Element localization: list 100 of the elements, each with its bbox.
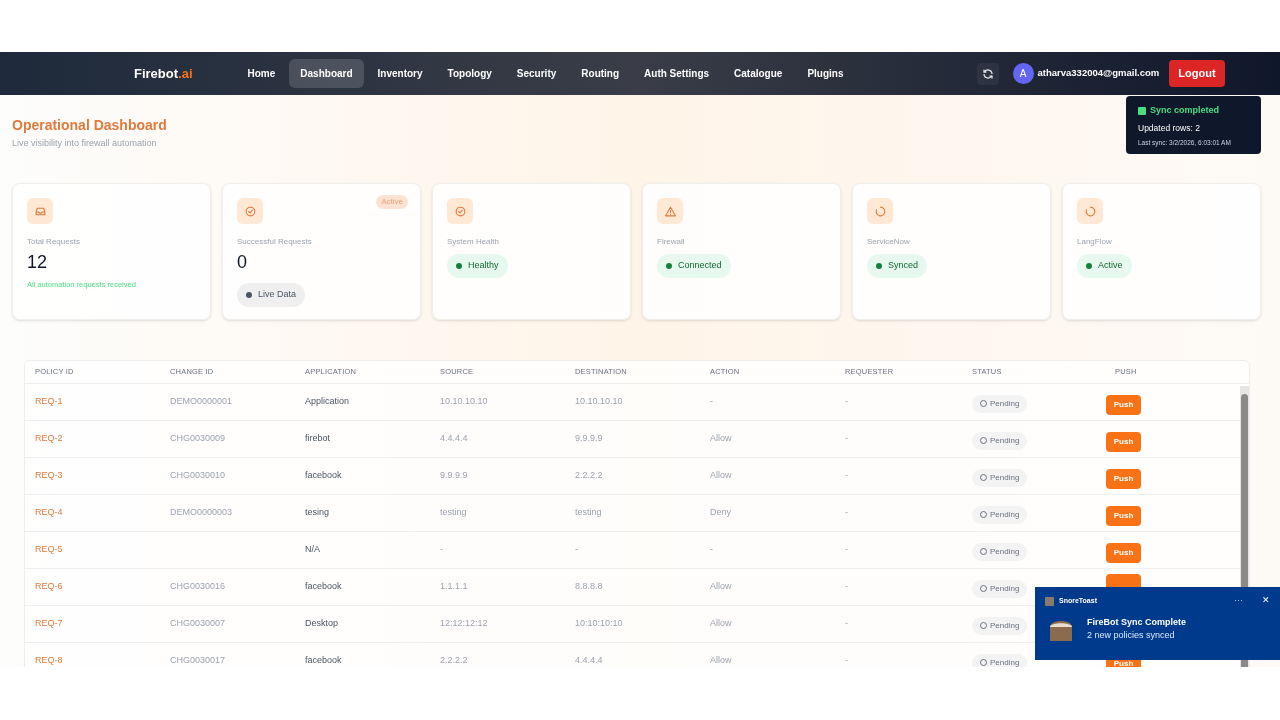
table-cell-text: facebook — [305, 654, 343, 667]
table-cell-text: CHG0030009 — [170, 432, 227, 445]
table-cell-text: 8.8.8.8 — [575, 580, 604, 593]
push-button[interactable]: Push — [1106, 468, 1141, 489]
table-cell-text: Deny — [710, 506, 732, 519]
status-chip: Pending — [972, 468, 1028, 487]
policy-link[interactable]: REQ-5 — [35, 543, 170, 557]
policy-link[interactable]: REQ-7 — [35, 617, 170, 631]
table-cell-text: - — [575, 543, 579, 556]
card-label: Firewall — [657, 236, 686, 248]
table-cell-text: 9.9.9.9 — [575, 432, 604, 445]
push-button[interactable]: Push — [1106, 394, 1141, 415]
nav-tab[interactable]: Routing — [570, 59, 631, 88]
user-avatar: A — [1012, 63, 1034, 84]
table-cell-text: 4.4.4.4 — [575, 654, 604, 667]
table-cell-text: CHG0030017 — [170, 654, 227, 667]
page-title: Operational Dashboard — [12, 116, 167, 135]
check-circle-icon — [243, 204, 257, 218]
table-cell-text: - — [440, 543, 444, 556]
refresh-icon — [981, 67, 994, 80]
more-button[interactable]: ··· — [1234, 594, 1243, 608]
status-chip: Pending — [972, 579, 1028, 598]
policy-link[interactable]: REQ-6 — [35, 580, 170, 594]
table-cell-text: 2.2.2.2 — [575, 469, 604, 482]
close-button[interactable]: ✕ — [1262, 594, 1270, 608]
pill-label: Healthy — [468, 259, 499, 272]
app-icon — [1045, 596, 1054, 606]
card-label: System Health — [447, 236, 501, 248]
pill-label: Active — [1098, 259, 1123, 272]
table-cell-text: N/A — [305, 543, 321, 556]
table-cell-text: DEMO0000003 — [170, 506, 234, 519]
push-button[interactable]: Push — [1106, 542, 1141, 563]
table-cell-text: Allow — [710, 469, 733, 482]
card-label: ServiceNow — [867, 236, 911, 248]
nav-tab[interactable]: Security — [505, 59, 568, 88]
pill-label: Live Data — [258, 288, 297, 301]
table-cell-text: 10.10.10.10 — [440, 395, 489, 408]
status-chip: Pending — [972, 653, 1028, 667]
table-cell-text: - — [845, 654, 849, 667]
pill-label: Connected — [678, 259, 722, 272]
table-cell-text: testing — [440, 506, 468, 519]
spinner-icon — [873, 204, 887, 218]
card-label: Successful Requests — [237, 236, 313, 248]
push-button[interactable]: Push — [1106, 431, 1141, 452]
table-cell-text: - — [845, 432, 849, 445]
table-cell-text: - — [845, 469, 849, 482]
card-value: 0 — [237, 251, 248, 273]
table-cell-text: 10.10.10.10 — [575, 395, 624, 408]
status-chip: Pending — [972, 431, 1028, 450]
table-cell-text: DEMO0000001 — [170, 395, 234, 408]
nav-tab[interactable]: Home — [236, 59, 287, 88]
card-value: 12 — [27, 251, 49, 273]
table-cell-text: Allow — [710, 432, 733, 445]
nav-tab[interactable]: Topology — [436, 59, 503, 88]
page-subtitle: Live visibility into firewall automation — [12, 137, 157, 150]
table-cell-text: tesing — [305, 506, 331, 519]
nav-tab[interactable]: Dashboard — [289, 59, 364, 88]
table-cell-text: 1.1.1.1 — [440, 580, 469, 593]
policy-link[interactable]: REQ-2 — [35, 432, 170, 446]
table-cell-text: facebook — [305, 469, 343, 482]
table-cell-text: 2.2.2.2 — [440, 654, 469, 667]
policy-link[interactable]: REQ-3 — [35, 469, 170, 483]
policy-link[interactable]: REQ-1 — [35, 395, 170, 409]
pill-label: Synced — [888, 259, 919, 272]
toast-message: 2 new policies synced — [1087, 629, 1176, 642]
nav-tab[interactable]: Inventory — [366, 59, 434, 88]
table-cell-text: Desktop — [305, 617, 340, 630]
table-cell-text: - — [845, 395, 849, 408]
status-chip: Pending — [972, 394, 1028, 413]
table-cell-text: - — [710, 395, 714, 408]
table-cell-text: 12:12:12:12 — [440, 617, 489, 630]
table-cell-text: CHG0030016 — [170, 580, 227, 593]
policy-link[interactable]: REQ-4 — [35, 506, 170, 520]
nav-tab[interactable]: Plugins — [796, 59, 855, 88]
table-cell-text: Application — [305, 395, 351, 408]
checkbox-icon — [1138, 106, 1146, 115]
table-cell-text: - — [710, 543, 714, 556]
table-cell-text: firebot — [305, 432, 331, 445]
status-badge: Active — [376, 195, 408, 209]
nav-tab[interactable]: Auth Settings — [633, 59, 721, 88]
warning-icon — [663, 204, 677, 218]
toast-title: FireBot Sync Complete — [1087, 615, 1187, 629]
policy-link[interactable]: REQ-8 — [35, 654, 170, 667]
logout-button[interactable]: Logout — [1169, 60, 1225, 87]
app-logo[interactable]: Firebot.ai — [134, 63, 193, 84]
table-cell-text: testing — [575, 506, 603, 519]
table-cell-text: CHG0030010 — [170, 469, 227, 482]
table-cell-text: Allow — [710, 617, 733, 630]
refresh-button[interactable] — [976, 62, 999, 85]
spinner-icon — [1083, 204, 1097, 218]
sync-title: Sync completed — [1150, 104, 1220, 117]
card-label: Total Requests — [27, 236, 81, 248]
nav-tab[interactable]: Catalogue — [723, 59, 794, 88]
sync-rows: Updated rows: 2 — [1138, 121, 1249, 135]
table-cell-text: Allow — [710, 580, 733, 593]
table-cell-text: - — [845, 617, 849, 630]
table-cell-text: - — [845, 580, 849, 593]
status-chip: Pending — [972, 616, 1028, 635]
push-button[interactable]: Push — [1106, 505, 1141, 526]
card-label: LangFlow — [1077, 236, 1113, 248]
